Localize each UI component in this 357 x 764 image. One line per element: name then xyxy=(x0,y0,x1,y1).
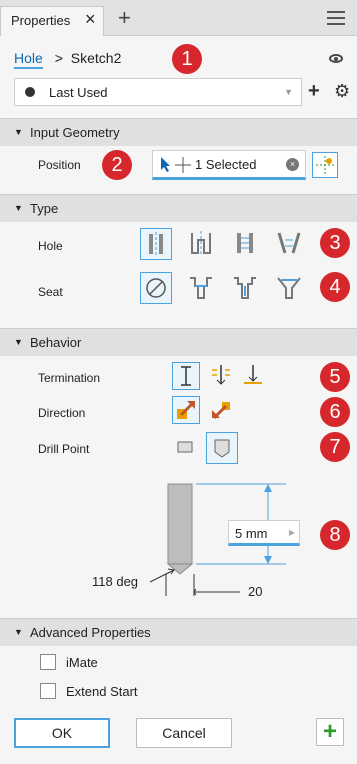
callout-badge-8: 8 xyxy=(320,520,350,550)
clock-icon xyxy=(25,87,35,97)
termination-through-all-button[interactable] xyxy=(208,362,236,390)
section-input-geometry[interactable]: ▼ Input Geometry xyxy=(0,118,357,146)
termination-distance-button[interactable] xyxy=(172,362,200,390)
clearance-hole-icon xyxy=(191,231,211,255)
spotface-icon xyxy=(234,277,256,299)
simple-hole-button[interactable] xyxy=(140,228,172,260)
gear-icon[interactable]: ⚙ xyxy=(334,81,350,102)
select-cursor-icon xyxy=(161,157,191,173)
sketch-point-icon xyxy=(316,156,334,174)
spotface-seat-button[interactable] xyxy=(230,272,262,304)
distance-termination-icon xyxy=(181,366,191,386)
tapped-hole-icon xyxy=(237,233,253,253)
hole-preview-diagram xyxy=(149,483,286,596)
close-icon[interactable]: × xyxy=(85,10,96,28)
flat-point-icon xyxy=(177,441,193,453)
drill-point-angle-button[interactable] xyxy=(206,432,238,464)
expand-arrow-icon[interactable]: ▶ xyxy=(289,528,295,537)
extend-start-label: Extend Start xyxy=(66,684,138,699)
tab-bar: Properties × + xyxy=(0,0,357,36)
hamburger-menu-icon[interactable] xyxy=(327,11,345,25)
counterbore-icon xyxy=(190,277,212,299)
drill-point-label: Drill Point xyxy=(38,442,90,456)
seat-type-label: Seat xyxy=(38,285,63,299)
position-label: Position xyxy=(38,158,81,172)
imate-label: iMate xyxy=(66,655,98,670)
callout-badge-1: 1 xyxy=(172,44,202,74)
hole-type-label: Hole xyxy=(38,239,63,253)
new-tab-plus-icon[interactable]: + xyxy=(118,7,131,29)
position-selector[interactable]: 1 Selected × xyxy=(152,150,306,180)
direction-flip-button[interactable] xyxy=(208,396,236,424)
taper-tapped-hole-button[interactable] xyxy=(274,228,306,260)
collapse-arrow-icon: ▼ xyxy=(14,627,23,637)
tapped-hole-button[interactable] xyxy=(230,228,262,260)
collapse-arrow-icon: ▼ xyxy=(14,337,23,347)
clear-selection-icon[interactable]: × xyxy=(286,158,299,171)
direction-arrow-icon xyxy=(177,400,196,419)
section-title: Advanced Properties xyxy=(30,625,151,640)
breadcrumb-hole-link[interactable]: Hole xyxy=(14,50,43,69)
section-type[interactable]: ▼ Type xyxy=(0,194,357,222)
breadcrumb: Hole > Sketch2 xyxy=(14,50,122,69)
through-all-icon xyxy=(212,365,230,385)
callout-badge-2: 2 xyxy=(102,150,132,180)
apply-plus-button[interactable]: + xyxy=(316,718,344,746)
counterbore-seat-button[interactable] xyxy=(186,272,218,304)
tab-title: Properties xyxy=(11,13,71,28)
angled-point-icon xyxy=(214,439,230,458)
clearance-hole-button[interactable] xyxy=(186,228,218,260)
ok-button[interactable]: OK xyxy=(14,718,110,748)
preset-dropdown[interactable]: Last Used ▼ xyxy=(14,78,302,106)
callout-badge-7: 7 xyxy=(320,432,350,462)
section-behavior[interactable]: ▼ Behavior xyxy=(0,328,357,356)
cancel-button[interactable]: Cancel xyxy=(136,718,232,748)
simple-hole-icon xyxy=(149,232,163,256)
breadcrumb-separator: > xyxy=(54,50,63,66)
countersink-icon xyxy=(277,277,301,299)
collapse-arrow-icon: ▼ xyxy=(14,127,23,137)
depth-value: 5 mm xyxy=(235,526,268,541)
countersink-seat-button[interactable] xyxy=(274,272,306,304)
to-face-icon xyxy=(244,365,262,384)
callout-badge-4: 4 xyxy=(320,272,350,302)
position-value: 1 Selected xyxy=(195,157,257,172)
termination-label: Termination xyxy=(38,371,101,385)
imate-checkbox[interactable] xyxy=(40,654,56,670)
add-preset-plus-icon[interactable]: + xyxy=(308,80,320,103)
callout-badge-3: 3 xyxy=(320,228,350,258)
section-title: Input Geometry xyxy=(30,125,120,140)
flip-direction-icon xyxy=(212,402,230,420)
create-point-button[interactable] xyxy=(312,152,338,178)
preset-value: Last Used xyxy=(49,85,108,100)
direction-label: Direction xyxy=(38,406,86,420)
section-advanced-properties[interactable]: ▼ Advanced Properties xyxy=(0,618,357,646)
direction-default-button[interactable] xyxy=(172,396,200,424)
extend-start-checkbox[interactable] xyxy=(40,683,56,699)
no-seat-icon xyxy=(146,278,166,298)
drill-point-flat-button[interactable] xyxy=(172,434,200,462)
taper-hole-icon xyxy=(277,232,301,254)
section-title: Behavior xyxy=(30,335,82,350)
section-title: Type xyxy=(30,201,59,216)
no-seat-button[interactable] xyxy=(140,272,172,304)
collapse-arrow-icon: ▼ xyxy=(14,203,23,213)
callout-badge-5: 5 xyxy=(320,362,350,392)
breadcrumb-sketch: Sketch2 xyxy=(70,50,122,66)
eye-icon[interactable] xyxy=(329,54,343,63)
depth-input[interactable]: 5 mm ▶ xyxy=(228,520,300,546)
termination-to-button[interactable] xyxy=(240,362,268,390)
diameter-label: 20 xyxy=(248,584,263,599)
callout-badge-6: 6 xyxy=(320,397,350,427)
tab-properties[interactable]: Properties × xyxy=(0,6,104,36)
angle-label: 118 deg xyxy=(92,574,139,589)
chevron-down-icon: ▼ xyxy=(284,87,293,97)
